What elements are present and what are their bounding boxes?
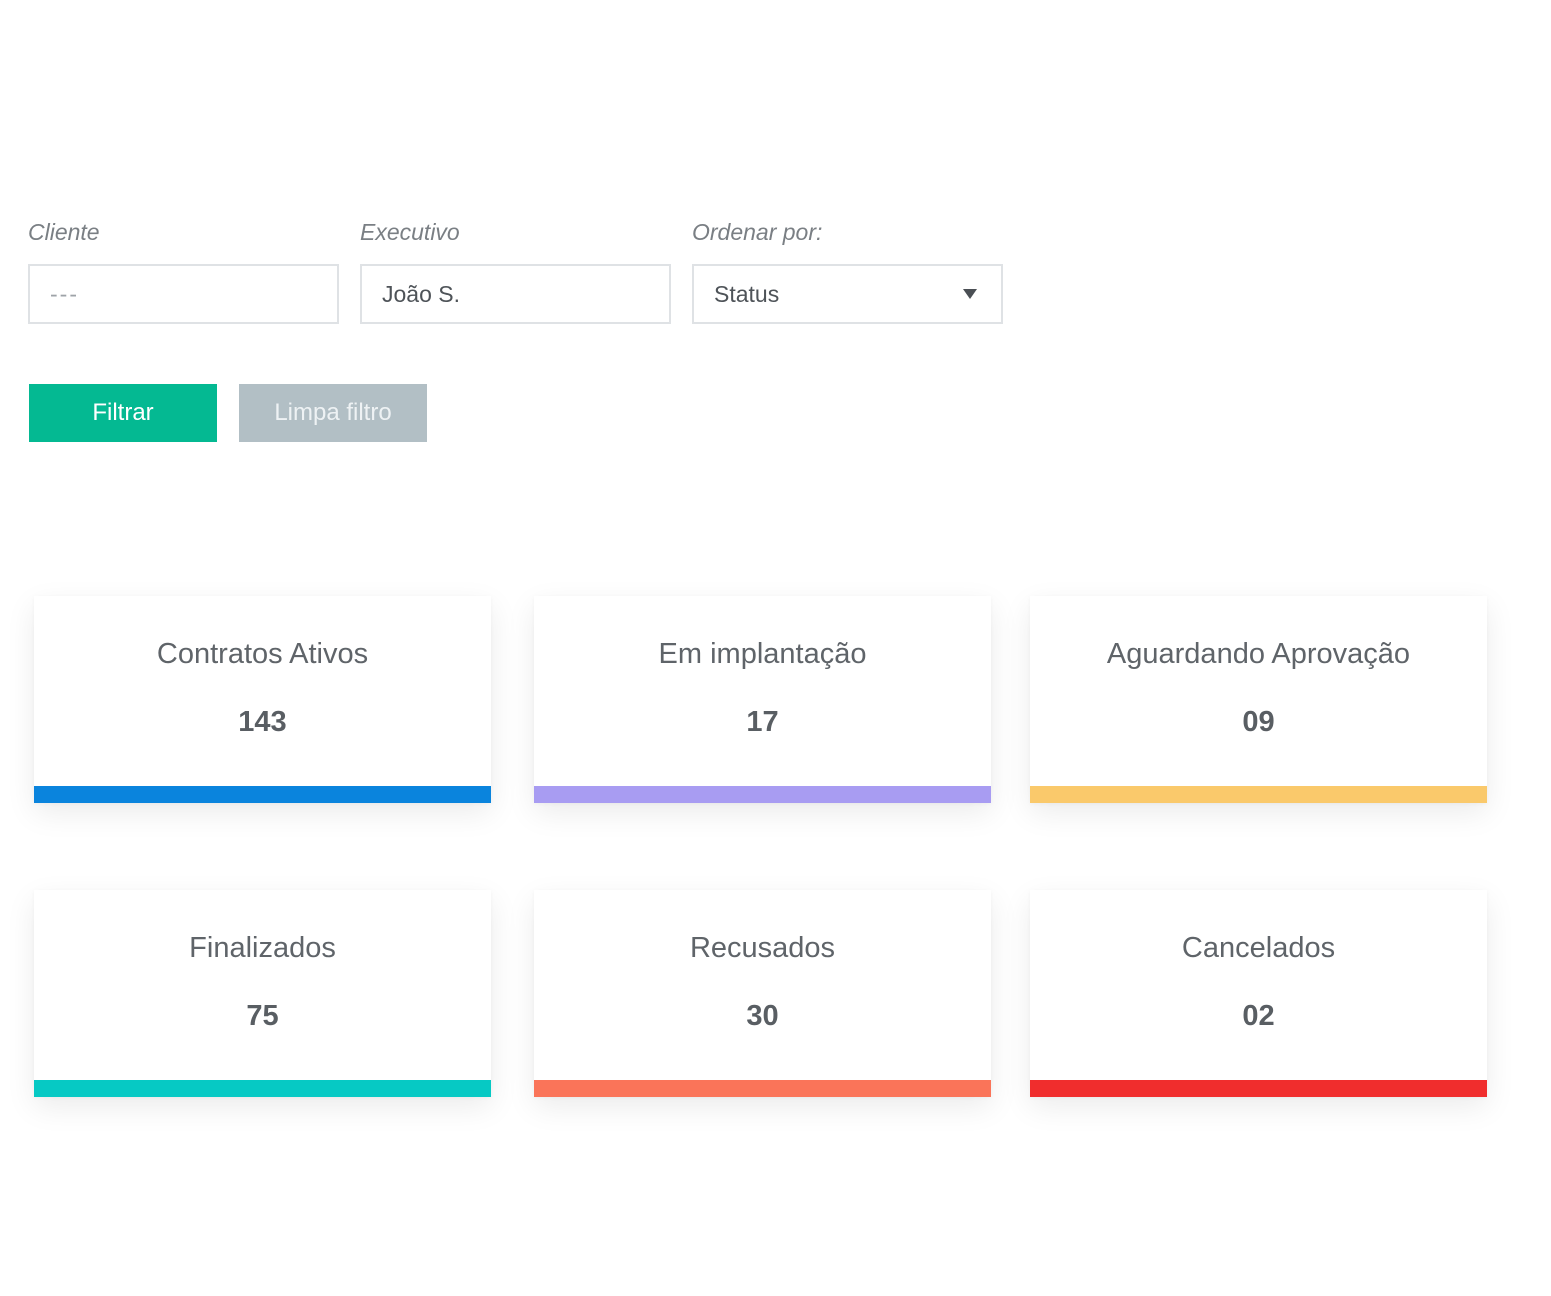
ordenar-selected-value: Status <box>714 280 780 307</box>
executivo-input[interactable] <box>360 264 671 324</box>
dashboard-page: Cliente Executivo Ordenar por: Status Fi… <box>0 0 1551 1296</box>
stat-card-title: Recusados <box>689 932 836 964</box>
stat-card-value: 17 <box>746 706 779 738</box>
stat-card-color-bar <box>34 786 491 803</box>
stat-card-color-bar <box>534 786 991 803</box>
caret-down-icon <box>963 289 977 299</box>
cliente-input[interactable] <box>28 264 339 324</box>
cliente-field-group: Cliente <box>28 216 339 324</box>
stat-card-value: 143 <box>238 706 287 738</box>
ordenar-select[interactable]: Status <box>692 264 1003 324</box>
stat-card-aguardando-aprovacao[interactable]: Aguardando Aprovação 09 <box>1030 596 1487 803</box>
stat-card-title: Aguardando Aprovação <box>1106 638 1411 670</box>
filter-button[interactable]: Filtrar <box>29 384 217 442</box>
stat-card-value: 09 <box>1242 706 1275 738</box>
stat-card-value: 75 <box>246 1000 279 1032</box>
ordenar-field-group: Ordenar por: Status <box>692 216 1003 324</box>
ordenar-label: Ordenar por: <box>692 219 823 245</box>
stat-card-color-bar <box>1030 1080 1487 1097</box>
cliente-label: Cliente <box>28 219 100 245</box>
stat-card-color-bar <box>534 1080 991 1097</box>
stat-card-color-bar <box>1030 786 1487 803</box>
filter-actions: Filtrar Limpa filtro <box>29 384 427 442</box>
stat-card-title: Contratos Ativos <box>156 638 369 670</box>
stat-card-recusados[interactable]: Recusados 30 <box>534 890 991 1097</box>
stat-card-finalizados[interactable]: Finalizados 75 <box>34 890 491 1097</box>
stat-card-title: Em implantação <box>658 638 867 670</box>
stat-card-value: 30 <box>746 1000 779 1032</box>
stat-card-em-implantacao[interactable]: Em implantação 17 <box>534 596 991 803</box>
stat-card-value: 02 <box>1242 1000 1275 1032</box>
executivo-label: Executivo <box>360 219 460 245</box>
executivo-field-group: Executivo <box>360 216 671 324</box>
stat-card-title: Cancelados <box>1181 932 1336 964</box>
stat-card-color-bar <box>34 1080 491 1097</box>
filter-bar: Cliente Executivo Ordenar por: Status <box>28 216 1003 324</box>
stat-card-cancelados[interactable]: Cancelados 02 <box>1030 890 1487 1097</box>
stat-card-contratos-ativos[interactable]: Contratos Ativos 143 <box>34 596 491 803</box>
stat-card-title: Finalizados <box>189 932 336 964</box>
clear-filter-button[interactable]: Limpa filtro <box>239 384 427 442</box>
